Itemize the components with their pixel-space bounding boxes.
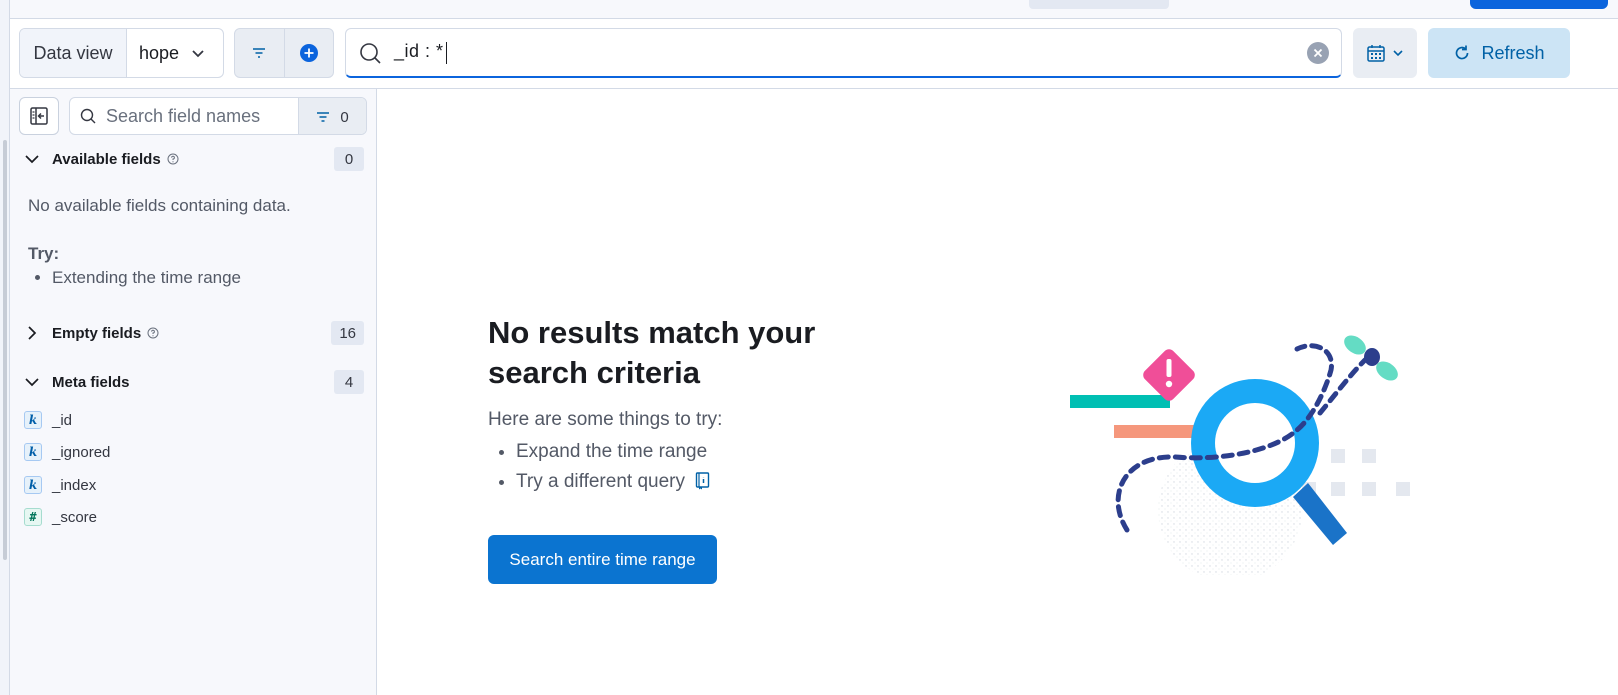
no-results-panel: No results match your search criteria He…	[488, 313, 908, 584]
refresh-icon	[1456, 45, 1469, 60]
refresh-label: Refresh	[1481, 42, 1545, 63]
meta-fields-count: 4	[334, 370, 364, 394]
plus-circle-icon	[299, 44, 318, 62]
field-item-index[interactable]: k _index	[24, 474, 96, 496]
filter-icon	[253, 48, 266, 58]
list-item: Try a different query	[516, 467, 908, 497]
suggestions-list: Expand the time range Try a different qu…	[488, 437, 908, 497]
field-search-input[interactable]	[104, 104, 290, 128]
info-icon[interactable]	[167, 153, 179, 165]
data-view-picker[interactable]: Data view hope	[19, 28, 224, 78]
query-input[interactable]: _id : *	[345, 28, 1342, 78]
chevron-down-icon	[1393, 50, 1403, 57]
collapse-sidebar-icon	[30, 107, 48, 125]
try-list: Extending the time range	[28, 266, 241, 290]
search-entire-time-range-button[interactable]: Search entire time range	[488, 535, 717, 584]
field-item-id[interactable]: k _id	[24, 409, 72, 431]
filter-count: 0	[340, 108, 349, 126]
available-fields-title: Available fields	[52, 150, 161, 168]
query-text: _id : *	[394, 41, 447, 64]
primary-button-stub[interactable]	[1470, 0, 1608, 9]
field-search: 0	[69, 97, 367, 135]
empty-fields-count: 16	[331, 321, 364, 345]
data-view-label: Data view	[20, 29, 127, 77]
clear-icon[interactable]	[1307, 42, 1329, 64]
documentation-icon[interactable]	[695, 472, 711, 490]
field-type-filter-button[interactable]: 0	[298, 98, 366, 134]
keyword-type-icon: k	[24, 411, 42, 429]
no-results-illustration	[1070, 335, 1410, 575]
field-item-ignored[interactable]: k _ignored	[24, 441, 110, 463]
meta-fields-header[interactable]: Meta fields 4	[22, 370, 364, 394]
suggestions-intro: Here are some things to try:	[488, 409, 723, 430]
keyword-type-icon: k	[24, 476, 42, 494]
query-bar: Data view hope _id : * Refresh	[10, 19, 1618, 89]
chevron-down-icon	[22, 372, 42, 392]
chevron-down-icon	[192, 50, 204, 58]
info-icon[interactable]	[147, 327, 159, 339]
field-name: _score	[52, 508, 98, 526]
refresh-button[interactable]: Refresh	[1428, 28, 1570, 78]
no-results-title: No results match your search criteria	[488, 315, 816, 390]
try-label: Try:	[28, 244, 60, 263]
filter-menu-button[interactable]	[235, 29, 284, 77]
toolbar-button-stub[interactable]	[1029, 0, 1169, 9]
search-icon	[80, 108, 96, 124]
collapse-sidebar-button[interactable]	[19, 97, 59, 135]
meta-fields-title: Meta fields	[52, 373, 130, 391]
field-name: _id	[52, 411, 73, 429]
empty-fields-title: Empty fields	[52, 324, 142, 342]
calendar-icon	[1367, 45, 1385, 62]
top-toolbar-strip	[10, 0, 1618, 19]
nav-resize-handle[interactable]	[3, 140, 7, 560]
field-name: _ignored	[52, 443, 111, 461]
list-item: Extending the time range	[52, 266, 241, 290]
keyword-type-icon: k	[24, 443, 42, 461]
field-name: _index	[52, 476, 97, 494]
data-view-value: hope	[139, 42, 180, 63]
data-view-select[interactable]: hope	[127, 29, 223, 77]
filter-icon	[317, 112, 330, 122]
chevron-right-icon	[22, 323, 42, 343]
no-available-fields-message: No available fields containing data.	[28, 196, 291, 215]
field-item-score[interactable]: # _score	[24, 506, 97, 528]
search-icon	[360, 42, 381, 64]
chevron-down-icon	[22, 149, 42, 169]
empty-fields-header[interactable]: Empty fields 16	[22, 321, 364, 345]
available-fields-count: 0	[334, 147, 364, 171]
filter-button-group	[234, 28, 334, 78]
date-picker-button[interactable]	[1353, 28, 1417, 78]
list-item: Expand the time range	[516, 437, 908, 467]
add-filter-button[interactable]	[283, 29, 334, 77]
number-type-icon: #	[24, 508, 42, 526]
left-nav-edge	[0, 0, 10, 695]
field-list-sidebar: 0 Available fields 0 No available fields…	[10, 89, 377, 695]
available-fields-header[interactable]: Available fields 0	[22, 147, 364, 171]
